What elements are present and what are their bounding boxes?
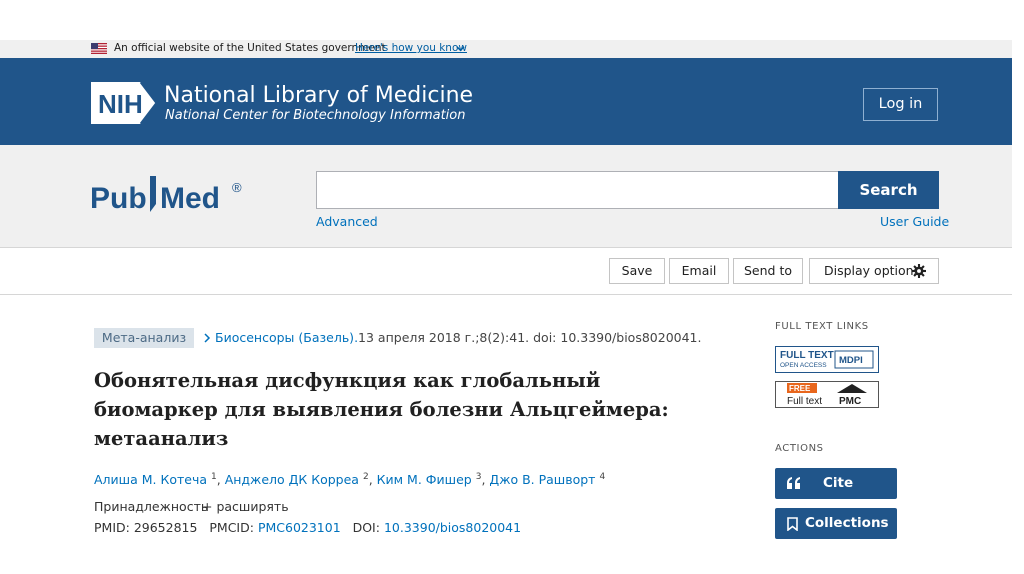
pubmed-logo[interactable]: Pub Med ® xyxy=(90,170,250,222)
send-to-button[interactable]: Send to xyxy=(733,258,803,284)
affiliation-label: Принадлежность xyxy=(94,499,209,514)
advanced-search-link[interactable]: Advanced xyxy=(316,214,378,230)
bookmark-icon xyxy=(787,517,798,531)
collections-label: Collections xyxy=(805,515,889,531)
svg-text:FULL TEXT: FULL TEXT xyxy=(780,350,834,361)
svg-text:OPEN ACCESS: OPEN ACCESS xyxy=(780,362,827,369)
login-button[interactable]: Log in xyxy=(863,88,938,121)
quote-icon xyxy=(787,477,800,489)
svg-text:PMC: PMC xyxy=(839,396,861,407)
nih-logo-text: NIH xyxy=(98,89,143,119)
save-button[interactable]: Save xyxy=(609,258,665,284)
svg-text:Full text: Full text xyxy=(787,396,822,407)
journal-citation: Биосенсоры (Базель).13 апреля 2018 г.;8(… xyxy=(215,329,701,347)
pmc-full-text-link[interactable]: FREE Full text PMC xyxy=(775,381,879,408)
journal-link[interactable]: Биосенсоры (Базель). xyxy=(215,330,358,345)
doi-link[interactable]: 10.3390/bios8020041 xyxy=(384,520,521,535)
article-title: Обонятельная дисфункция как глобальный б… xyxy=(94,369,669,450)
user-guide-link[interactable]: User Guide xyxy=(880,214,949,230)
cite-button[interactable]: Cite xyxy=(775,468,897,499)
doi-label: DOI: xyxy=(352,520,380,535)
full-text-links-heading: FULL TEXT LINKS xyxy=(775,321,869,332)
pubmed-logo-pub: Pub xyxy=(90,182,147,215)
chevron-right-icon[interactable] xyxy=(203,333,211,343)
article-identifiers: PMID: 29652815 PMCID: PMC6023101 DOI: 10… xyxy=(94,519,521,537)
author-affiliation-sup[interactable]: 1 xyxy=(211,472,217,482)
pmcid-link[interactable]: PMC6023101 xyxy=(258,520,341,535)
search-button[interactable]: Search xyxy=(838,171,939,209)
heres-how-you-know-link[interactable]: Here's how you know xyxy=(355,41,467,56)
pubmed-logo-reg: ® xyxy=(232,180,242,195)
gear-icon[interactable] xyxy=(912,264,926,278)
pubmed-logo-med: Med xyxy=(160,182,220,215)
mdpi-full-text-link[interactable]: FULL TEXT OPEN ACCESS MDPI xyxy=(775,346,879,373)
pmcid-label: PMCID: xyxy=(209,520,254,535)
author-link[interactable]: Ким М. Фишер xyxy=(377,472,472,487)
svg-text:FREE: FREE xyxy=(789,384,811,393)
authors-list: Алиша М. Котеча 1, Анджело ДК Корреа 2, … xyxy=(94,472,606,487)
author-affiliation-sup[interactable]: 3 xyxy=(476,472,482,482)
citation-details: 13 апреля 2018 г.;8(2):41. doi: 10.3390/… xyxy=(358,330,702,345)
expand-affiliations-button[interactable]: + расширять xyxy=(202,498,289,516)
author-link[interactable]: Алиша М. Котеча xyxy=(94,472,207,487)
us-flag-icon xyxy=(91,43,107,54)
author-affiliation-sup[interactable]: 4 xyxy=(599,472,605,482)
gov-banner-text: An official website of the United States… xyxy=(114,42,386,54)
author-affiliation-sup[interactable]: 2 xyxy=(363,472,369,482)
chevron-down-icon[interactable] xyxy=(456,44,465,53)
cite-label: Cite xyxy=(823,475,854,491)
author-link[interactable]: Джо В. Рашворт xyxy=(489,472,595,487)
svg-text:MDPI: MDPI xyxy=(839,355,863,366)
collections-button[interactable]: Collections xyxy=(775,508,897,539)
author-link[interactable]: Анджело ДК Корреа xyxy=(225,472,359,487)
publication-type-badge: Мета-анализ xyxy=(94,328,194,348)
search-input[interactable] xyxy=(316,171,839,209)
nlm-title[interactable]: National Library of Medicine xyxy=(164,82,473,110)
email-button[interactable]: Email xyxy=(669,258,729,284)
actions-heading: ACTIONS xyxy=(775,443,824,454)
nlm-subtitle: National Center for Biotechnology Inform… xyxy=(165,108,466,123)
pmid: PMID: 29652815 xyxy=(94,520,198,535)
nih-logo[interactable]: NIH xyxy=(91,80,159,126)
